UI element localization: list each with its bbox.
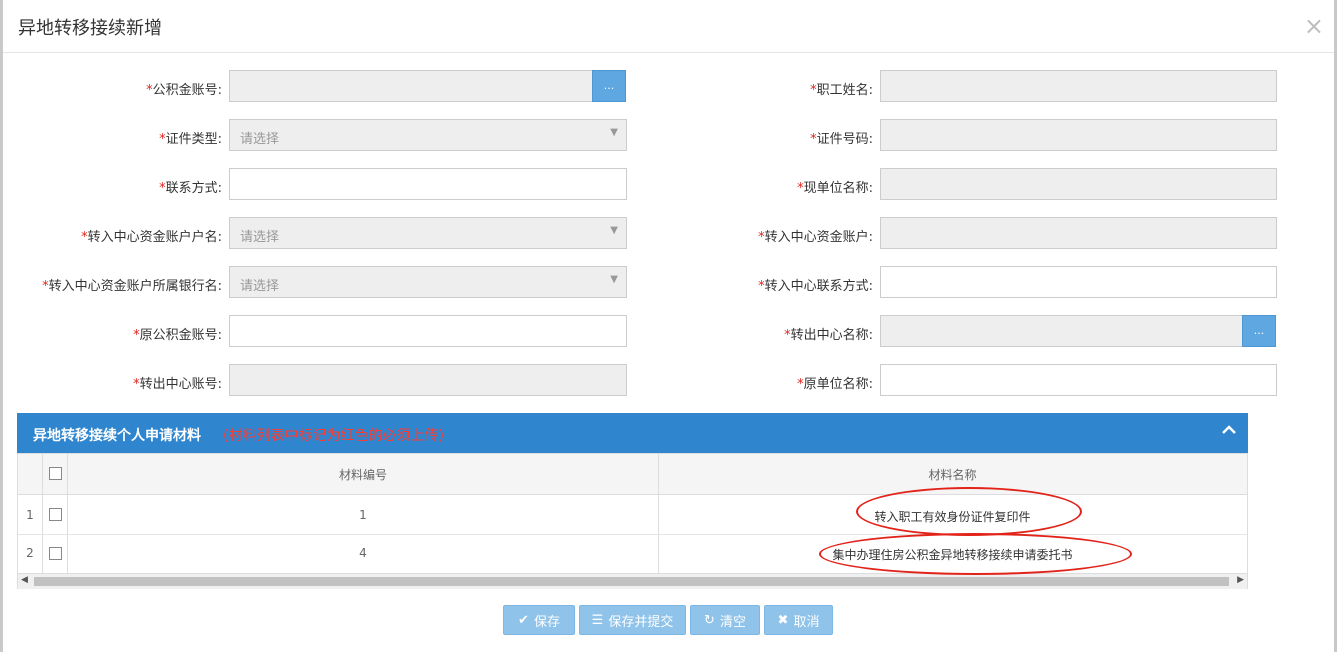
- annotation-ellipse: [856, 487, 1082, 536]
- material-code: 1: [359, 508, 367, 522]
- in-contact-input[interactable]: [880, 266, 1277, 298]
- material-code: 4: [359, 546, 367, 560]
- in-account-name-label: *转入中心资金账户户名:: [81, 230, 222, 245]
- out-center-name-input[interactable]: [880, 315, 1243, 347]
- id-number-input[interactable]: [880, 119, 1277, 151]
- list-icon: ☰: [591, 612, 604, 628]
- select-all-checkbox[interactable]: [49, 467, 62, 480]
- clear-button[interactable]: ↻ 清空: [690, 605, 760, 635]
- dialog-header: 异地转移接续新增 ×: [3, 0, 1334, 53]
- row-index: 1: [26, 508, 34, 522]
- contact-input[interactable]: [229, 168, 627, 200]
- close-icon: ✖: [777, 612, 789, 628]
- chevron-down-icon: ▼: [610, 274, 618, 285]
- out-center-account-label: *转出中心账号:: [133, 377, 222, 392]
- in-account-input[interactable]: [880, 217, 1277, 249]
- id-type-select[interactable]: 请选择 ▼: [229, 119, 627, 151]
- column-header-name: 材料名称: [928, 468, 977, 482]
- in-account-name-select[interactable]: 请选择 ▼: [229, 217, 627, 249]
- out-center-account-input[interactable]: [229, 364, 627, 396]
- refresh-icon: ↻: [704, 612, 715, 628]
- column-header-code: 材料编号: [338, 468, 387, 482]
- in-bank-label: *转入中心资金账户所属银行名:: [42, 279, 222, 294]
- contact-label: *联系方式:: [159, 181, 222, 196]
- in-account-label: *转入中心资金账户:: [758, 230, 873, 245]
- chevron-up-icon[interactable]: [1220, 421, 1238, 439]
- scrollbar-thumb[interactable]: [34, 577, 1229, 586]
- cancel-button[interactable]: ✖ 取消: [764, 605, 833, 635]
- current-unit-input[interactable]: [880, 168, 1277, 200]
- gjj-account-input[interactable]: [229, 70, 593, 102]
- current-unit-label: *现单位名称:: [797, 181, 873, 196]
- id-number-label: *证件号码:: [810, 132, 873, 147]
- materials-panel-title: 异地转移接续个人申请材料: [33, 428, 201, 444]
- in-bank-select[interactable]: 请选择 ▼: [229, 266, 627, 298]
- row-checkbox[interactable]: [49, 547, 62, 560]
- in-contact-label: *转入中心联系方式:: [758, 279, 873, 294]
- chevron-down-icon: ▼: [610, 225, 618, 236]
- employee-name-label: *职工姓名:: [810, 83, 873, 98]
- orig-account-input[interactable]: [229, 315, 627, 347]
- orig-account-label: *原公积金账号:: [133, 328, 222, 343]
- row-checkbox[interactable]: [49, 508, 62, 521]
- id-type-label: *证件类型:: [159, 132, 222, 147]
- close-icon[interactable]: ×: [1304, 14, 1324, 38]
- materials-panel-note: (材料列表中标记为红色的必须上传): [223, 428, 444, 444]
- out-center-name-label: *转出中心名称:: [784, 328, 873, 343]
- row-index: 2: [26, 546, 34, 560]
- save-button[interactable]: ✔ 保存: [503, 605, 575, 635]
- save-submit-button[interactable]: ☰ 保存并提交: [579, 605, 686, 635]
- horizontal-scrollbar[interactable]: ◀ ▶: [18, 573, 1247, 589]
- scroll-right-icon[interactable]: ▶: [1237, 575, 1244, 585]
- table-header: 材料编号 材料名称: [18, 454, 1247, 495]
- dialog-title: 异地转移接续新增: [18, 18, 162, 39]
- check-icon: ✔: [518, 612, 529, 628]
- materials-panel-header: 异地转移接续个人申请材料 (材料列表中标记为红色的必须上传): [17, 413, 1248, 453]
- chevron-down-icon: ▼: [610, 127, 618, 138]
- scroll-left-icon[interactable]: ◀: [21, 575, 28, 585]
- orig-unit-input[interactable]: [880, 364, 1277, 396]
- employee-name-input[interactable]: [880, 70, 1277, 102]
- annotation-ellipse: [819, 533, 1132, 575]
- gjj-account-lookup-button[interactable]: ...: [592, 70, 626, 102]
- orig-unit-label: *原单位名称:: [797, 377, 873, 392]
- out-center-lookup-button[interactable]: ...: [1242, 315, 1276, 347]
- gjj-account-label: *公积金账号:: [146, 83, 222, 98]
- window-edge-left: [0, 0, 3, 652]
